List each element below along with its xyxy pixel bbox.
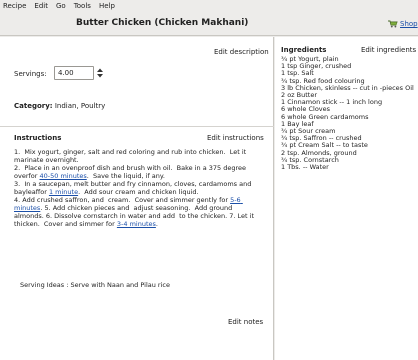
instructions-part: .: [155, 220, 158, 228]
spin-arrows-icon[interactable]: [96, 67, 104, 79]
menu-bar: Recipe Edit Go Tools Help: [0, 0, 418, 12]
ingredient-item: 1 Tbs. -- Water: [281, 163, 329, 172]
menu-help[interactable]: Help: [99, 2, 115, 10]
menu-tools[interactable]: Tools: [74, 2, 91, 10]
timer-link[interactable]: 1 minute: [49, 188, 78, 196]
shopping-cart-icon: [388, 20, 398, 28]
shop-button[interactable]: Shop: [388, 17, 418, 31]
menu-go[interactable]: Go: [56, 2, 66, 10]
shop-label: Shop: [400, 20, 418, 28]
category-row: Category: Indian, Poultry: [14, 102, 105, 110]
category-value: Indian, Poultry: [54, 102, 106, 110]
menu-recipe[interactable]: Recipe: [3, 2, 26, 10]
serving-ideas: Serving Ideas : Serve with Naan and Pila…: [20, 281, 170, 289]
timer-link[interactable]: 40-50 minutes: [40, 172, 87, 180]
edit-ingredients-link[interactable]: Edit ingredients: [361, 46, 416, 54]
ingredients-heading: Ingredients: [281, 46, 327, 54]
instructions-text: 1. Mix yogurt, ginger, salt and red colo…: [14, 148, 264, 228]
edit-instructions-link[interactable]: Edit instructions: [207, 134, 264, 142]
servings-input[interactable]: [54, 66, 94, 80]
divider: [0, 126, 274, 127]
servings-spinner[interactable]: [54, 66, 108, 80]
recipe-title: Butter Chicken (Chicken Makhani): [76, 18, 249, 28]
recipe-header: Butter Chicken (Chicken Makhani) Shop: [0, 12, 418, 36]
edit-notes-link[interactable]: Edit notes: [228, 318, 263, 326]
edit-description-link[interactable]: Edit description: [214, 48, 269, 56]
servings-spin-buttons[interactable]: [94, 66, 106, 80]
instructions-heading: Instructions: [14, 134, 62, 142]
recipe-detail-pane: Edit description Servings: Category: Ind…: [0, 37, 274, 360]
menu-edit[interactable]: Edit: [34, 2, 48, 10]
timer-link[interactable]: 3-4 minutes: [117, 220, 156, 228]
ingredients-list: ¾ pt Yogurt, plain 1 tsp Ginger, crushed…: [281, 55, 417, 172]
ingredients-pane: Ingredients Edit ingredients ¾ pt Yogurt…: [275, 37, 418, 360]
category-label: Category:: [14, 102, 53, 110]
servings-label: Servings:: [14, 70, 47, 78]
